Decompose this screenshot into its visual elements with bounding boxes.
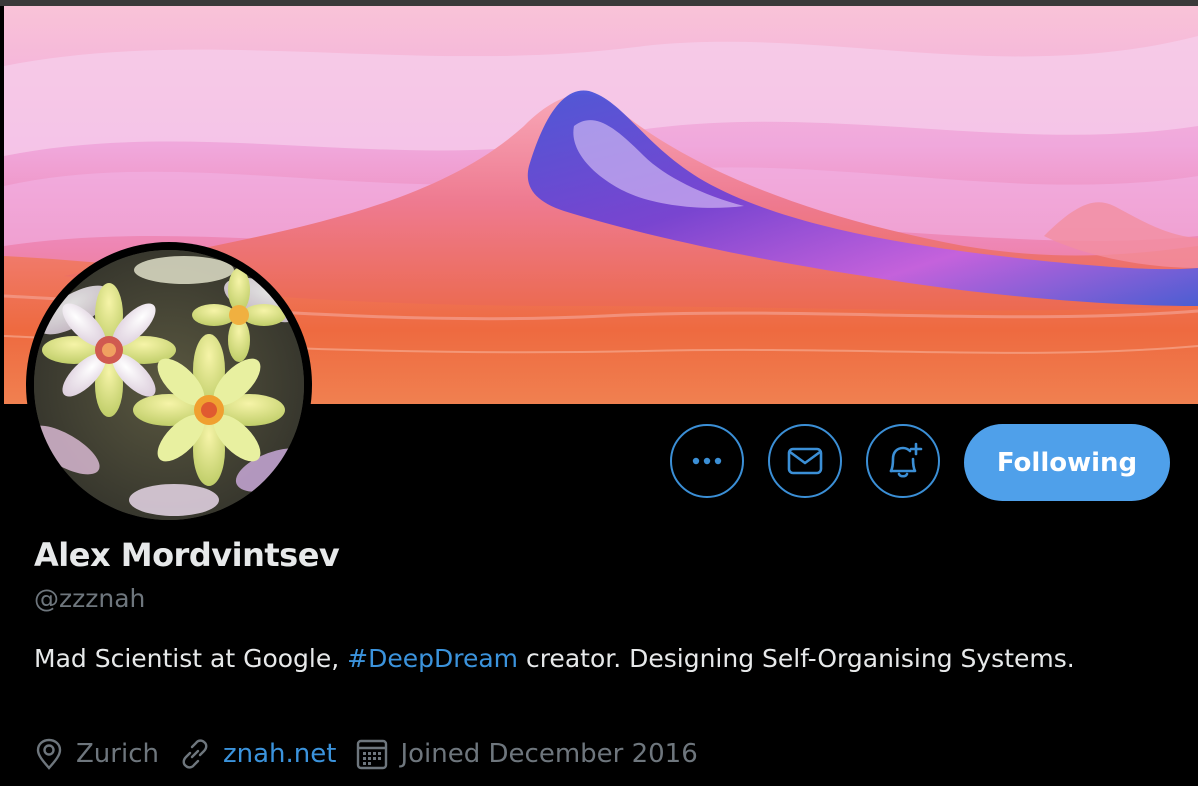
- bio-text-end: creator. Designing Self-Organising Syste…: [518, 644, 1075, 673]
- hashtag-link[interactable]: #DeepDream: [347, 644, 518, 673]
- notify-button[interactable]: [866, 424, 940, 498]
- following-button[interactable]: Following: [964, 424, 1170, 501]
- message-button[interactable]: [768, 424, 842, 498]
- more-dots-icon: [692, 457, 722, 465]
- link-icon: [182, 739, 208, 769]
- profile-actions: Following: [0, 424, 1198, 504]
- profile-bio: Mad Scientist at Google, #DeepDream crea…: [34, 640, 1094, 677]
- calendar-icon: [357, 739, 388, 770]
- user-handle: @zzznah: [34, 584, 146, 613]
- location-text: Zurich: [76, 739, 159, 769]
- join-date-text: Joined December 2016: [400, 739, 698, 769]
- location-pin-icon: [36, 738, 62, 770]
- join-date: Joined December 2016: [356, 738, 698, 770]
- website-link[interactable]: znah.net: [223, 739, 336, 769]
- bell-plus-icon: [889, 442, 923, 478]
- location: Zurich: [34, 738, 159, 770]
- profile-page: Following Alex Mordvintsev @zzznah Mad S…: [0, 0, 1198, 786]
- display-name: Alex Mordvintsev: [34, 536, 340, 574]
- website[interactable]: znah.net: [179, 738, 336, 770]
- more-button[interactable]: [670, 424, 744, 498]
- profile-meta: Zurich znah.net Joined December 2016: [34, 734, 718, 774]
- envelope-icon: [787, 447, 823, 475]
- bio-text-start: Mad Scientist at Google,: [34, 644, 348, 673]
